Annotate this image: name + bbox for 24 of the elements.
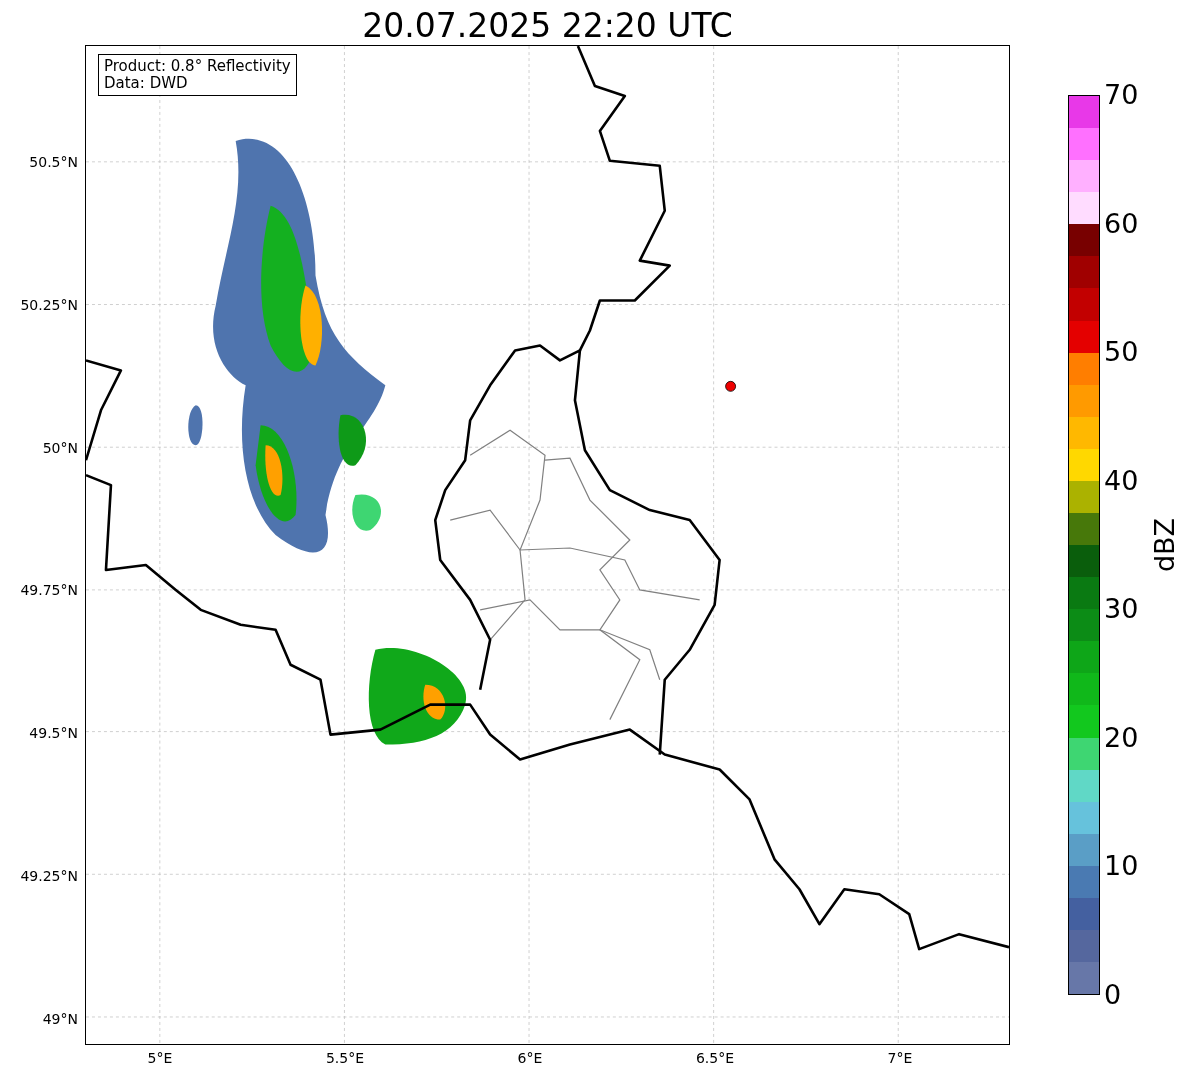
latitude-label: 50.5°N bbox=[29, 154, 78, 170]
colorbar-tick-label: 30 bbox=[1104, 594, 1139, 625]
latitude-label: 49°N bbox=[42, 1010, 78, 1027]
colorbar-tick-label: 10 bbox=[1104, 851, 1139, 882]
colorbar-tick-label: 50 bbox=[1104, 337, 1139, 368]
longitude-label: 6.5°E bbox=[695, 1050, 735, 1066]
colorbar-tick-label: 0 bbox=[1104, 980, 1122, 1010]
chart-title: 20.07.2025 22:20 UTC bbox=[361, 6, 734, 45]
longitude-label: 7°E bbox=[887, 1050, 913, 1066]
latitude-label: 49.75°N bbox=[20, 582, 78, 599]
longitude-label: 5°E bbox=[147, 1050, 173, 1066]
colorbar-tick-label: 70 bbox=[1104, 80, 1139, 110]
colorbar-tick-label: 60 bbox=[1104, 208, 1139, 239]
longitude-label: 6°E bbox=[517, 1050, 543, 1066]
info-text: Product: 0.8° Reflectivity bbox=[104, 58, 291, 75]
latitude-label: 50.25°N bbox=[20, 296, 78, 313]
latitude-label: 49.5°N bbox=[29, 725, 78, 742]
colorbar-tick-label: 40 bbox=[1104, 465, 1139, 496]
latitude-label: 49.25°N bbox=[20, 868, 78, 884]
longitude-label: 5.5°E bbox=[325, 1050, 365, 1066]
info-text: Data: DWD bbox=[104, 75, 189, 92]
latitude-label: 50°N bbox=[42, 439, 78, 456]
colorbar-label: dBZ bbox=[1148, 517, 1180, 573]
colorbar-tick-label: 20 bbox=[1104, 722, 1139, 753]
